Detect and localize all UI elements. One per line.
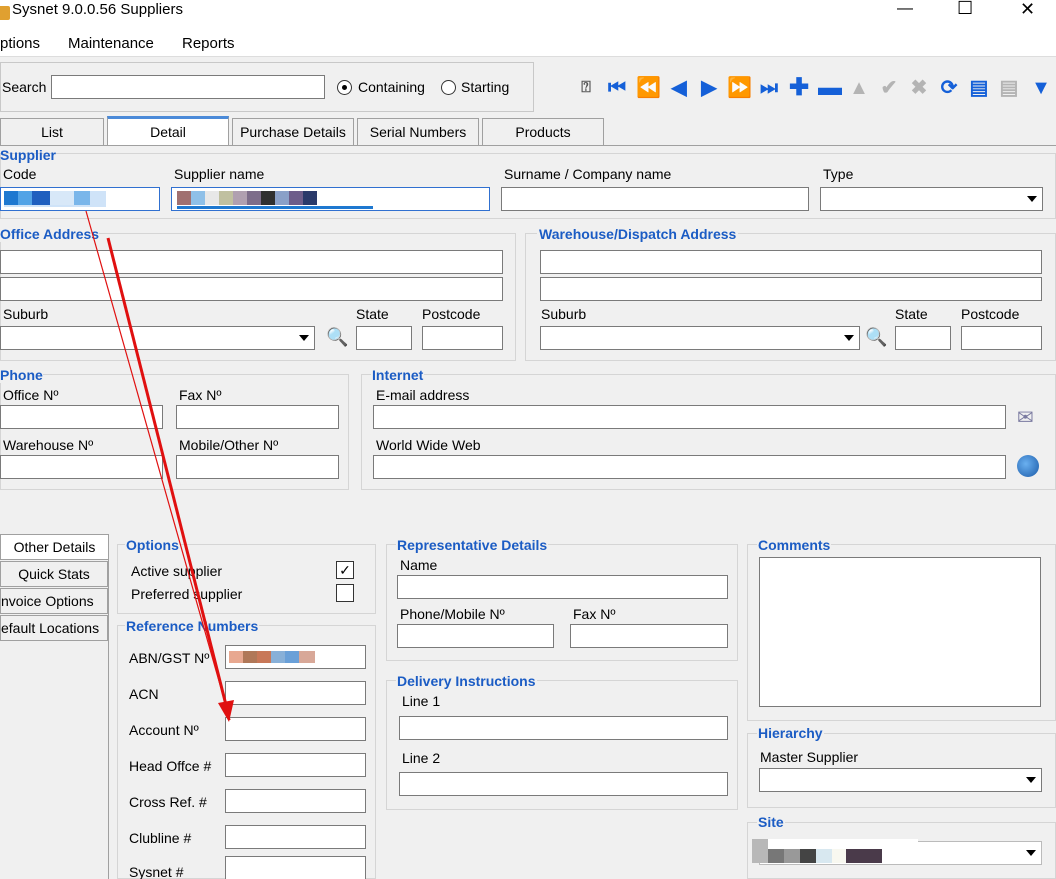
- annotation-arrows: [85, 210, 234, 722]
- arrow-head-icon: [218, 700, 234, 722]
- thick-annotation-arrow: [106, 237, 228, 706]
- thin-annotation-line: [85, 210, 231, 721]
